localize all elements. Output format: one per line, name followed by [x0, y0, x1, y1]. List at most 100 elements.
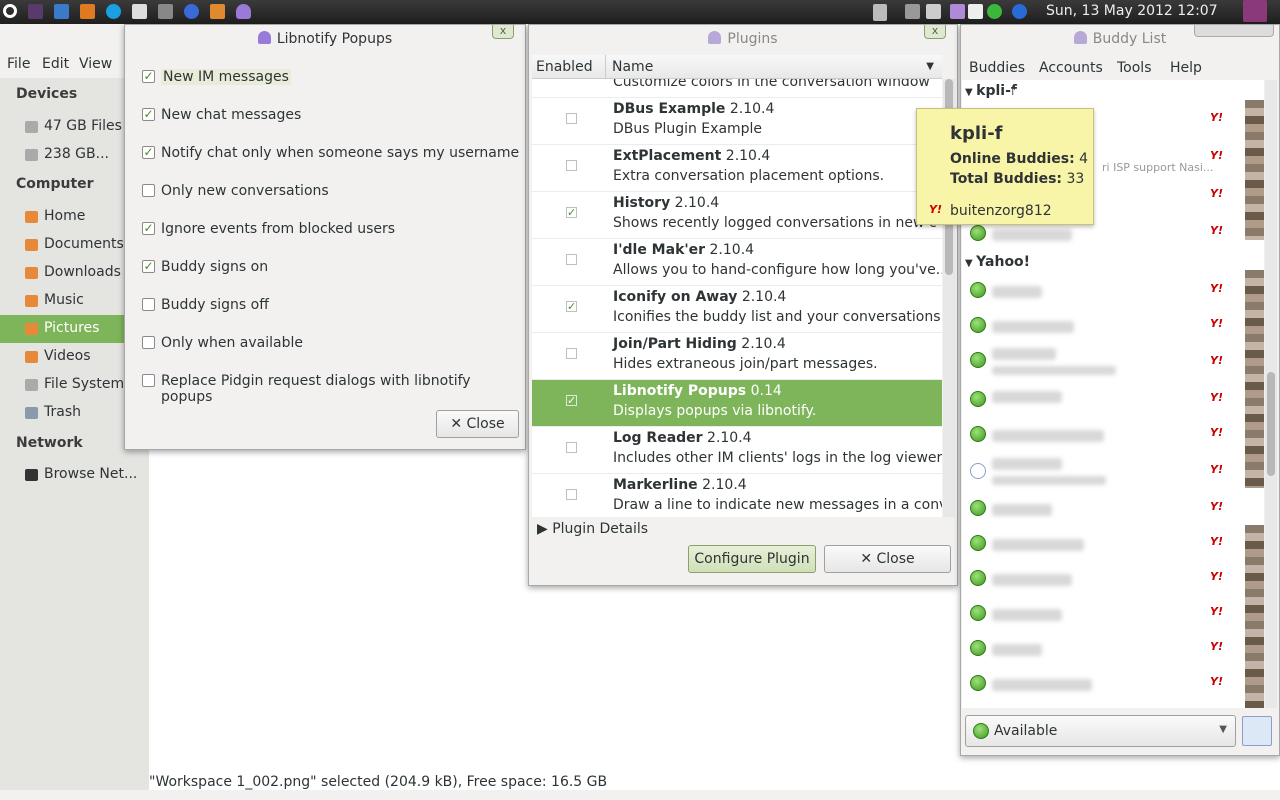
plugin-row[interactable]: Log Reader 2.10.4 Includes other IM clien… — [532, 427, 942, 474]
video-icon[interactable] — [132, 4, 147, 19]
yahoo-icon: Y! — [1210, 391, 1223, 404]
plugin-row-selected[interactable]: ✓ Libnotify Popups 0.14 Displays popups vi… — [532, 380, 942, 427]
buddy-name[interactable] — [992, 458, 1062, 470]
plugin-checkbox[interactable] — [566, 160, 577, 171]
menu-accounts[interactable]: Accounts — [1039, 60, 1103, 76]
buddy-name[interactable] — [992, 430, 1104, 442]
buddy-name[interactable] — [992, 321, 1074, 333]
drive-icon — [25, 121, 38, 133]
column-name[interactable]: Name ▼ — [606, 55, 942, 79]
group-label: Yahoo! — [976, 254, 1031, 270]
checkbox-new-chat[interactable]: ✓ — [142, 108, 155, 121]
plugin-row[interactable]: ✓ Iconify on Away 2.10.4 Iconifies the bud… — [532, 286, 942, 333]
plugin-name: Join/Part Hiding 2.10.4 — [613, 336, 786, 352]
volume-icon[interactable] — [926, 4, 941, 19]
plugin-checkbox[interactable]: ✓ — [566, 207, 577, 218]
tooltip-total: Total Buddies: 33 — [950, 171, 1085, 187]
close-button[interactable]: ✕ Close — [824, 545, 951, 573]
close-button[interactable]: ✕ Close — [436, 410, 519, 438]
status-selector[interactable]: Available ▼ — [965, 715, 1236, 747]
plugin-row[interactable]: ✓ History 2.10.4 Shows recently logged con… — [532, 192, 942, 239]
buddy-status-icon — [970, 570, 986, 586]
checkbox-ignore-blocked[interactable]: ✓ — [142, 222, 155, 235]
checkbox-only-new-conv[interactable] — [142, 184, 155, 197]
menu-view[interactable]: View — [79, 56, 112, 72]
menu-tools[interactable]: Tools — [1117, 60, 1152, 76]
column-enabled[interactable]: Enabled — [532, 55, 606, 79]
plugin-row[interactable]: Markerline 2.10.4 Draw a line to indicate… — [532, 474, 942, 517]
yahoo-icon: Y! — [1210, 426, 1223, 439]
monitor-icon[interactable] — [158, 4, 173, 19]
plugin-details-expander[interactable]: ▶ Plugin Details — [537, 521, 648, 537]
skype-icon[interactable] — [106, 4, 121, 19]
checkbox-only-available[interactable] — [142, 336, 155, 349]
buddy-name[interactable] — [992, 644, 1042, 656]
clock[interactable]: Sun, 13 May 2012 12:07 — [1046, 3, 1218, 19]
group-yahoo[interactable]: ▼ Yahoo! — [965, 254, 1030, 270]
plugin-name: ExtPlacement 2.10.4 — [613, 148, 771, 164]
plugin-checkbox[interactable] — [566, 348, 577, 359]
configure-plugin-button[interactable]: Configure Plugin — [688, 545, 816, 573]
buddy-name[interactable] — [992, 504, 1052, 516]
buddy-name[interactable] — [992, 574, 1072, 586]
menu-edit[interactable]: Edit — [42, 56, 69, 72]
browser-icon[interactable] — [184, 4, 199, 19]
plugin-checkbox[interactable] — [566, 489, 577, 500]
close-icon[interactable]: x — [924, 25, 946, 39]
yahoo-icon: Y! — [929, 203, 942, 216]
clipboard-icon[interactable] — [873, 4, 887, 21]
buddy-name[interactable] — [992, 609, 1062, 621]
check-icon[interactable] — [987, 4, 1002, 19]
folder-icon[interactable] — [210, 4, 225, 19]
menu-help[interactable]: Help — [1170, 60, 1202, 76]
tooltip-title: kpli-f — [950, 123, 1003, 144]
plugin-checkbox[interactable] — [566, 254, 577, 265]
plugin-row[interactable]: DBus Example 2.10.4 DBus Plugin Example — [532, 98, 942, 145]
indicator-icon[interactable] — [950, 4, 965, 19]
network-icon[interactable] — [905, 4, 920, 19]
buddy-list-scrollbar[interactable] — [1265, 80, 1277, 708]
home-folder-icon — [25, 211, 38, 223]
pidgin-icon[interactable] — [236, 4, 251, 19]
buddy-name[interactable] — [992, 229, 1072, 241]
plugin-checkbox[interactable] — [566, 442, 577, 453]
terminal-icon[interactable] — [28, 4, 43, 19]
buddy-status-icon — [970, 640, 986, 656]
status-label: Available — [994, 723, 1058, 739]
buddy-name[interactable] — [992, 286, 1042, 298]
buddy-name[interactable] — [992, 391, 1062, 403]
sidebar-item-label: 238 GB... — [44, 146, 109, 162]
plugin-list[interactable]: Customize colors in the conversation win… — [532, 79, 942, 517]
checkbox-signs-on[interactable]: ✓ — [142, 260, 155, 273]
ubuntu-logo-icon[interactable] — [3, 4, 17, 18]
sidebar-item-browse-network[interactable]: Browse Net... — [0, 461, 149, 489]
buddy-status-icon — [970, 391, 986, 407]
sidebar-item-label: Documents — [44, 236, 124, 252]
buddy-name[interactable] — [992, 539, 1084, 551]
buddy-status-icon — [970, 535, 986, 551]
buddy-name[interactable] — [992, 348, 1056, 360]
checkbox-signs-off[interactable] — [142, 298, 155, 311]
buddy-icon-button[interactable] — [1242, 716, 1272, 746]
tools-icon[interactable] — [80, 4, 95, 19]
plugin-checkbox[interactable]: ✓ — [566, 395, 577, 406]
checkbox-notify-username[interactable]: ✓ — [142, 146, 155, 159]
plugin-checkbox[interactable]: ✓ — [566, 301, 577, 312]
buddy-name[interactable] — [992, 679, 1092, 691]
user-avatar-icon[interactable] — [1243, 0, 1267, 22]
close-icon[interactable]: x — [492, 25, 514, 39]
plugin-row[interactable]: ExtPlacement 2.10.4 Extra conversation pl… — [532, 145, 942, 192]
yahoo-icon: Y! — [1210, 187, 1223, 200]
bluetooth-icon[interactable] — [1012, 4, 1027, 19]
messaging-icon[interactable] — [968, 4, 983, 19]
plugin-row[interactable]: Customize colors in the conversation win… — [532, 79, 942, 98]
files-icon[interactable] — [54, 4, 69, 19]
checkbox-new-im[interactable]: ✓ — [142, 70, 155, 83]
menu-buddies[interactable]: Buddies — [969, 60, 1025, 76]
plugin-desc: Customize colors in the conversation win… — [613, 79, 930, 90]
plugin-row[interactable]: Join/Part Hiding 2.10.4 Hides extraneous … — [532, 333, 942, 380]
menu-file[interactable]: File — [7, 56, 30, 72]
plugin-row[interactable]: I'dle Mak'er 2.10.4 Allows you to hand-co… — [532, 239, 942, 286]
checkbox-replace-dialogs[interactable] — [142, 374, 155, 387]
plugin-checkbox[interactable] — [566, 113, 577, 124]
